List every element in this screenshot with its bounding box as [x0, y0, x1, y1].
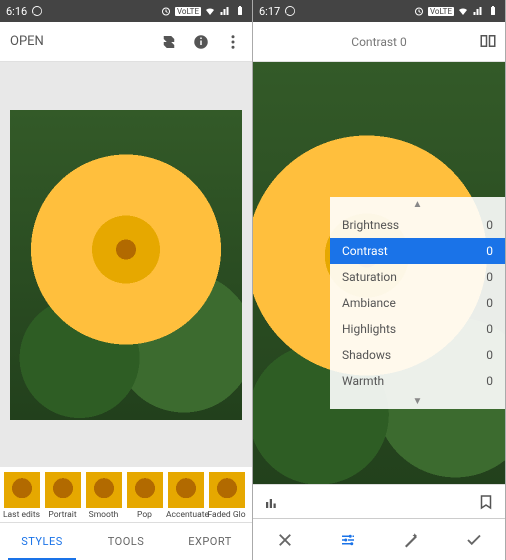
adjust-row-highlights[interactable]: Highlights 0 — [330, 316, 505, 342]
adjust-row-ambiance[interactable]: Ambiance 0 — [330, 290, 505, 316]
whatsapp-icon — [284, 5, 296, 17]
adjust-row-shadows[interactable]: Shadows 0 — [330, 342, 505, 368]
adjust-row-saturation[interactable]: Saturation 0 — [330, 264, 505, 290]
edit-image-area[interactable]: ▲ Brightness0Contrast0Saturation0Ambianc… — [253, 62, 505, 484]
adjust-label: Shadows — [342, 348, 391, 362]
edit-header: Contrast 0 — [253, 22, 505, 62]
edit-header-label: Contrast — [351, 35, 397, 49]
whatsapp-icon — [31, 5, 43, 17]
style-thumb-image — [4, 472, 40, 508]
compare-icon[interactable] — [479, 32, 497, 50]
alarm-icon — [413, 5, 425, 17]
adjust-row-brightness[interactable]: Brightness 0 — [330, 212, 505, 238]
style-thumb-label: Last edits — [2, 510, 41, 520]
adjust-label: Warmth — [342, 374, 384, 388]
edit-tool-icons — [253, 484, 505, 518]
chevron-up-icon[interactable]: ▲ — [330, 197, 505, 212]
info-icon[interactable] — [192, 33, 210, 51]
style-thumb[interactable]: Smooth — [84, 472, 123, 520]
adjust-row-warmth[interactable]: Warmth 0 — [330, 368, 505, 394]
adjust-label: Highlights — [342, 322, 396, 336]
style-thumb-label: Smooth — [84, 510, 123, 520]
card-stack-icon[interactable] — [160, 33, 178, 51]
battery-icon — [234, 5, 246, 17]
bottom-tabs: STYLES TOOLS EXPORT — [0, 522, 252, 560]
style-thumb-label: Accentuate — [166, 510, 205, 520]
tab-styles[interactable]: STYLES — [0, 523, 84, 560]
signal-icon — [219, 5, 231, 17]
sliders-icon[interactable] — [339, 531, 357, 549]
bookmark-icon[interactable] — [477, 493, 495, 511]
alarm-icon — [160, 5, 172, 17]
style-thumb[interactable]: Accentuate — [166, 472, 205, 520]
adjust-value: 0 — [486, 218, 493, 232]
style-thumb[interactable]: Last edits — [2, 472, 41, 520]
adjust-value: 0 — [486, 270, 493, 284]
chevron-down-icon[interactable]: ▼ — [330, 394, 505, 409]
adjust-value: 0 — [486, 296, 493, 310]
style-thumb-label: Portrait — [43, 510, 82, 520]
tab-styles-label: STYLES — [21, 535, 63, 548]
edit-header-value: 0 — [400, 35, 407, 49]
style-thumb-label: Pop — [125, 510, 164, 520]
status-time: 6:16 — [6, 5, 27, 18]
adjust-panel[interactable]: ▲ Brightness0Contrast0Saturation0Ambianc… — [330, 197, 505, 409]
adjust-label: Saturation — [342, 270, 397, 284]
adjust-value: 0 — [486, 374, 493, 388]
lte-badge: VoLTE — [175, 7, 201, 16]
action-bar — [253, 518, 505, 560]
right-phone: 6:17 VoLTE Contrast 0 — [253, 0, 506, 560]
image-preview[interactable] — [0, 62, 252, 467]
style-thumb-image — [209, 472, 245, 508]
style-thumb-label: Faded Glo — [207, 510, 246, 520]
style-thumb-image — [127, 472, 163, 508]
adjust-value: 0 — [486, 348, 493, 362]
adjust-label: Brightness — [342, 218, 399, 232]
wifi-icon — [204, 5, 216, 17]
check-icon[interactable] — [465, 531, 483, 549]
left-phone: 6:16 VoLTE OPEN — [0, 0, 253, 560]
more-vert-icon[interactable] — [224, 33, 242, 51]
style-thumb-image — [45, 472, 81, 508]
signal-icon — [472, 5, 484, 17]
status-time: 6:17 — [259, 5, 280, 18]
tab-export-label: EXPORT — [188, 535, 232, 548]
style-thumb-image — [168, 472, 204, 508]
battery-icon — [487, 5, 499, 17]
photo-content — [10, 110, 242, 420]
style-thumb[interactable]: Portrait — [43, 472, 82, 520]
adjust-row-contrast[interactable]: Contrast 0 — [330, 238, 505, 264]
open-button[interactable]: OPEN — [10, 34, 44, 49]
status-bar: 6:16 VoLTE — [0, 0, 252, 22]
lte-badge: VoLTE — [428, 7, 454, 16]
status-bar: 6:17 VoLTE — [253, 0, 505, 22]
styles-strip[interactable]: Last editsPortraitSmoothPopAccentuateFad… — [0, 467, 252, 522]
tab-export[interactable]: EXPORT — [168, 523, 252, 560]
adjust-value: 0 — [486, 244, 493, 258]
tab-tools[interactable]: TOOLS — [84, 523, 168, 560]
tab-tools-label: TOOLS — [108, 535, 145, 548]
main-toolbar: OPEN — [0, 22, 252, 62]
wifi-icon — [457, 5, 469, 17]
adjust-label: Contrast — [342, 244, 388, 258]
adjust-value: 0 — [486, 322, 493, 336]
style-thumb[interactable]: Pop — [125, 472, 164, 520]
close-icon[interactable] — [276, 531, 294, 549]
magic-wand-icon[interactable] — [402, 531, 420, 549]
adjust-label: Ambiance — [342, 296, 396, 310]
style-thumb-image — [86, 472, 122, 508]
style-thumb[interactable]: Faded Glo — [207, 472, 246, 520]
histogram-icon[interactable] — [263, 493, 281, 511]
